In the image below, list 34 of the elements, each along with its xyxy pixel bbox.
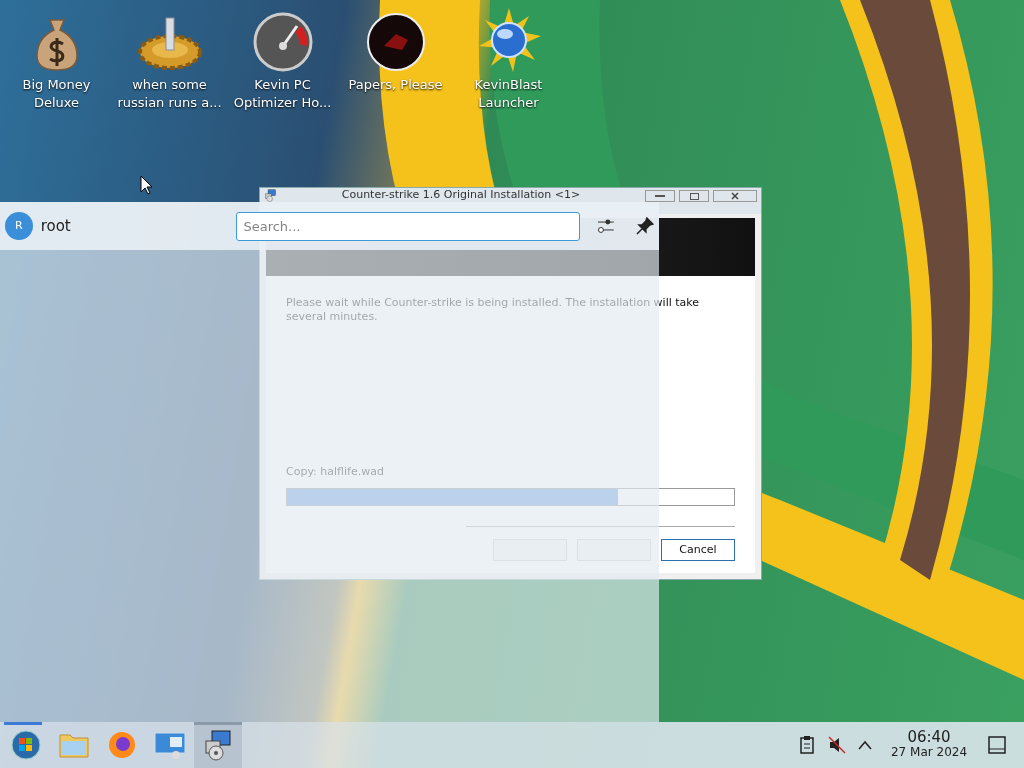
search-field[interactable]: Search...: [236, 211, 581, 241]
close-icon: [731, 192, 739, 200]
browser-icon: [107, 730, 137, 760]
cancel-button[interactable]: Cancel: [661, 539, 735, 561]
clock-date[interactable]: 27 Mar 2024: [890, 745, 968, 760]
show-desktop-icon[interactable]: [988, 736, 1006, 754]
pin-icon[interactable]: [636, 217, 654, 235]
maximize-icon: [689, 192, 699, 200]
gear-icon: [137, 16, 202, 72]
installer-icon: [202, 729, 234, 761]
chevron-up-icon[interactable]: [858, 740, 872, 750]
windows-logo-icon: [11, 730, 41, 760]
maximize-button[interactable]: [679, 190, 709, 202]
muted-speaker-icon[interactable]: [828, 736, 846, 754]
desktop-icon-label[interactable]: when some russian runs a...: [117, 76, 222, 112]
desktop-icon-label[interactable]: Kevin PC Optimizer Ho...: [233, 76, 332, 112]
gauge-icon: [252, 12, 313, 72]
install-message: Please wait while Counter-strike is being installed. The installation will take several minutes.: [286, 296, 701, 324]
close-button[interactable]: [713, 190, 757, 202]
window-title: Counter-strike 1.6 Original Installation <1>: [340, 189, 582, 201]
monitor-icon: [154, 731, 186, 759]
desktop-icon-label[interactable]: Big Money Deluxe: [22, 76, 91, 112]
status-text: Copy: halflife.wad: [286, 463, 385, 480]
folder-icon: [59, 732, 89, 758]
taskbar-button[interactable]: [194, 722, 242, 768]
mouse-pointer-icon: [140, 175, 154, 195]
clipboard-icon[interactable]: [800, 736, 814, 754]
minimize-icon: [655, 195, 665, 197]
clock-time[interactable]: 06:40: [907, 730, 951, 745]
installer-icon: [264, 189, 277, 202]
dark-disc-icon: [365, 12, 426, 72]
user-name: root: [40, 215, 72, 237]
settings-sliders-icon[interactable]: [596, 217, 617, 235]
minimize-button[interactable]: [645, 190, 675, 202]
